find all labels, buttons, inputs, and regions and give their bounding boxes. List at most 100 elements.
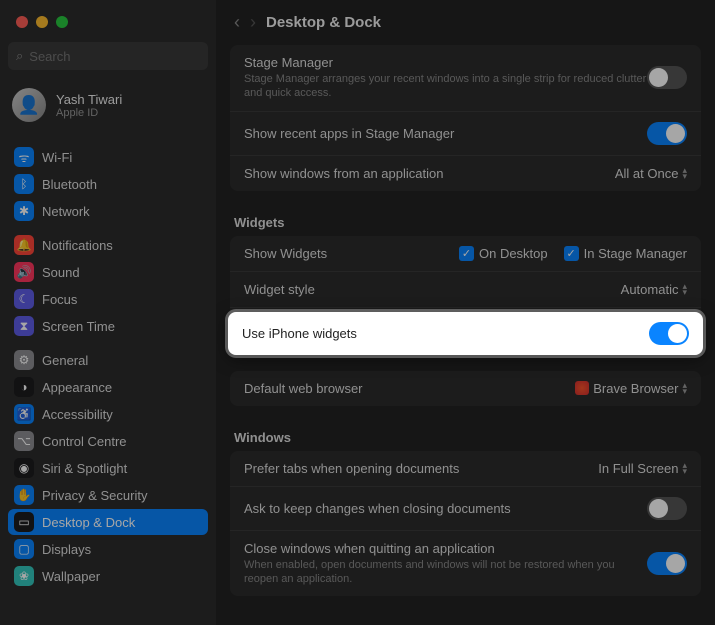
minimize-window-button[interactable]: [36, 16, 48, 28]
traffic-lights: [8, 10, 208, 42]
sidebar-item-label: Screen Time: [42, 319, 115, 334]
stage-manager-row: Stage Manager Stage Manager arranges you…: [230, 45, 701, 112]
sidebar-item-label: Accessibility: [42, 407, 113, 422]
recent-apps-toggle[interactable]: [647, 122, 687, 145]
close-quit-label: Close windows when quitting an applicati…: [244, 541, 647, 556]
sidebar-item-label: Appearance: [42, 380, 112, 395]
widget-style-value: Automatic: [621, 282, 679, 297]
prefer-tabs-label: Prefer tabs when opening documents: [244, 461, 459, 476]
sidebar: ⌕ 👤 Yash Tiwari Apple ID ᯤ Wi-Fi ᛒ Bluetoot…: [0, 0, 216, 625]
focus-icon: ☾: [14, 289, 34, 309]
sidebar-item-accessibility[interactable]: ♿ Accessibility: [8, 401, 208, 427]
sidebar-item-network[interactable]: ✱ Network: [8, 198, 208, 224]
fullscreen-window-button[interactable]: [56, 16, 68, 28]
main-panel: ‹ › Desktop & Dock Stage Manager Stage M…: [216, 0, 715, 625]
prefer-tabs-row: Prefer tabs when opening documents In Fu…: [230, 451, 701, 487]
sound-icon: 🔊: [14, 262, 34, 282]
sidebar-item-screen-time[interactable]: ⧗ Screen Time: [8, 313, 208, 339]
accessibility-icon: ♿: [14, 404, 34, 424]
show-widgets-row: Show Widgets ✓ On Desktop ✓ In Stage Man…: [230, 236, 701, 272]
close-window-button[interactable]: [16, 16, 28, 28]
network-icon: ✱: [14, 201, 34, 221]
sidebar-item-label: Displays: [42, 542, 91, 557]
widgets-section: Show Widgets ✓ On Desktop ✓ In Stage Man…: [230, 236, 701, 355]
sidebar-item-label: Wi-Fi: [42, 150, 72, 165]
sidebar-item-bluetooth[interactable]: ᛒ Bluetooth: [8, 171, 208, 197]
sidebar-item-wallpaper[interactable]: ❀Wallpaper: [8, 563, 208, 589]
in-stage-manager-label: In Stage Manager: [584, 246, 687, 261]
widgets-heading: Widgets: [230, 207, 701, 236]
sidebar-item-control-centre[interactable]: ⌥Control Centre: [8, 428, 208, 454]
search-input[interactable]: [29, 49, 205, 64]
stage-manager-label: Stage Manager: [244, 55, 647, 70]
recent-apps-row: Show recent apps in Stage Manager: [230, 112, 701, 156]
sidebar-item-label: Privacy & Security: [42, 488, 147, 503]
stage-manager-section: Stage Manager Stage Manager arranges you…: [230, 45, 701, 191]
sidebar-item-focus[interactable]: ☾ Focus: [8, 286, 208, 312]
checkbox-icon: ✓: [459, 246, 474, 261]
forward-button[interactable]: ›: [250, 12, 256, 33]
control-centre-icon: ⌥: [14, 431, 34, 451]
sidebar-item-label: Wallpaper: [42, 569, 100, 584]
sidebar-item-wi-fi[interactable]: ᯤ Wi-Fi: [8, 144, 208, 170]
appearance-icon: ◑: [14, 377, 34, 397]
avatar: 👤: [12, 88, 46, 122]
windows-heading: Windows: [230, 422, 701, 451]
default-browser-row: Default web browser Brave Browser ▴▾: [230, 371, 701, 406]
page-title: Desktop & Dock: [266, 14, 381, 31]
recent-apps-label: Show recent apps in Stage Manager: [244, 126, 454, 141]
on-desktop-checkbox[interactable]: ✓ On Desktop: [459, 246, 548, 261]
sidebar-item-desktop-dock[interactable]: ▭Desktop & Dock: [8, 509, 208, 535]
show-windows-value: All at Once: [615, 166, 679, 181]
sidebar-item-label: Network: [42, 204, 90, 219]
toolbar: ‹ › Desktop & Dock: [216, 0, 715, 45]
stage-manager-desc: Stage Manager arranges your recent windo…: [244, 72, 647, 101]
show-widgets-label: Show Widgets: [244, 246, 327, 261]
show-windows-row: Show windows from an application All at …: [230, 156, 701, 191]
ask-keep-row: Ask to keep changes when closing documen…: [230, 487, 701, 531]
browser-section: Default web browser Brave Browser ▴▾: [230, 371, 701, 406]
wi-fi-icon: ᯤ: [14, 147, 34, 167]
sidebar-item-label: Sound: [42, 265, 80, 280]
sidebar-item-privacy-security[interactable]: ✋Privacy & Security: [8, 482, 208, 508]
default-browser-value: Brave Browser: [593, 381, 678, 396]
sidebar-item-label: Bluetooth: [42, 177, 97, 192]
sidebar-item-appearance[interactable]: ◑ Appearance: [8, 374, 208, 400]
notifications-icon: 🔔: [14, 235, 34, 255]
back-button[interactable]: ‹: [234, 12, 240, 33]
sidebar-item-label: Siri & Spotlight: [42, 461, 127, 476]
sidebar-item-displays[interactable]: ▢Displays: [8, 536, 208, 562]
sidebar-item-label: Desktop & Dock: [42, 515, 135, 530]
chevron-updown-icon: ▴▾: [682, 283, 687, 295]
in-stage-manager-checkbox[interactable]: ✓ In Stage Manager: [564, 246, 687, 261]
account-sub: Apple ID: [56, 107, 122, 119]
account-name: Yash Tiwari: [56, 92, 122, 107]
bluetooth-icon: ᛒ: [14, 174, 34, 194]
sidebar-item-general[interactable]: ⚙ General: [8, 347, 208, 373]
default-browser-dropdown[interactable]: Brave Browser ▴▾: [575, 381, 687, 396]
sidebar-item-label: Notifications: [42, 238, 113, 253]
show-windows-dropdown[interactable]: All at Once ▴▾: [615, 166, 687, 181]
sidebar-item-sound[interactable]: 🔊 Sound: [8, 259, 208, 285]
ask-keep-toggle[interactable]: [647, 497, 687, 520]
screen-time-icon: ⧗: [14, 316, 34, 336]
close-quit-toggle[interactable]: [647, 552, 687, 575]
default-browser-label: Default web browser: [244, 381, 363, 396]
use-iphone-widgets-toggle[interactable]: [649, 322, 689, 345]
sidebar-item-label: General: [42, 353, 88, 368]
widget-style-dropdown[interactable]: Automatic ▴▾: [621, 282, 687, 297]
close-quit-desc: When enabled, open documents and windows…: [244, 558, 647, 587]
checkbox-icon: ✓: [564, 246, 579, 261]
sidebar-item-label: Focus: [42, 292, 77, 307]
general-icon: ⚙: [14, 350, 34, 370]
search-box[interactable]: ⌕: [8, 42, 208, 70]
stage-manager-toggle[interactable]: [647, 66, 687, 89]
sidebar-item-notifications[interactable]: 🔔 Notifications: [8, 232, 208, 258]
chevron-updown-icon: ▴▾: [682, 462, 687, 474]
sidebar-item-siri-spotlight[interactable]: ◉Siri & Spotlight: [8, 455, 208, 481]
account-row[interactable]: 👤 Yash Tiwari Apple ID: [8, 84, 208, 136]
close-quit-row: Close windows when quitting an applicati…: [230, 531, 701, 597]
search-icon: ⌕: [16, 48, 23, 64]
brave-icon: [575, 381, 589, 395]
prefer-tabs-dropdown[interactable]: In Full Screen ▴▾: [598, 461, 687, 476]
